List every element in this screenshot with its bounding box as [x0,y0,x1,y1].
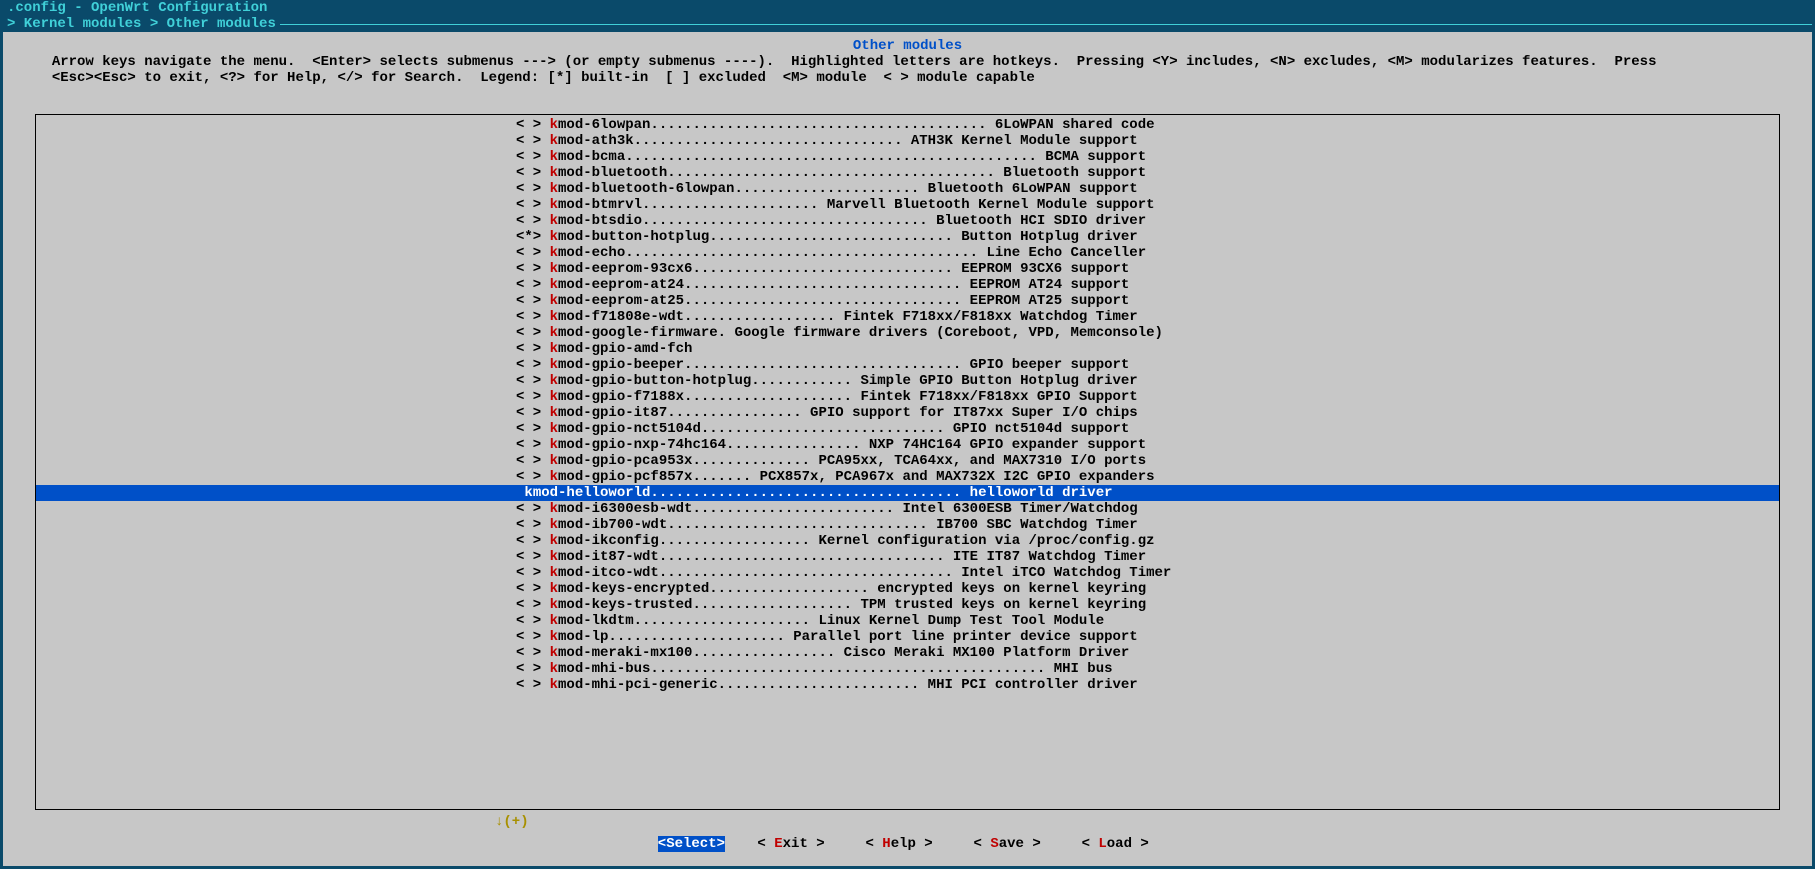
module-row-mod-mhi-bus[interactable]: < > kmod-mhi-bus........................… [36,661,1779,677]
section-title: Other modules [15,38,1800,54]
module-row-mod-gpio-pcf857x[interactable]: < > kmod-gpio-pcf857x....... PCX857x, PC… [36,469,1779,485]
breadcrumb-rule [280,24,1812,25]
main-area: Other modules Arrow keys navigate the me… [3,32,1812,866]
breadcrumb-text: > Kernel modules > Other modules [3,16,276,32]
module-row-mod-bcma[interactable]: < > kmod-bcma...........................… [36,149,1779,165]
module-row-mod-eeprom-93cx6[interactable]: < > kmod-eeprom-93cx6...................… [36,261,1779,277]
module-row-mod-gpio-it87[interactable]: < > kmod-gpio-it87................ GPIO … [36,405,1779,421]
module-row-mod-lp[interactable]: < > kmod-lp..................... Paralle… [36,629,1779,645]
save-button[interactable]: < Save > [974,836,1050,852]
module-row-mod-gpio-button-hotplug[interactable]: < > kmod-gpio-button-hotplug............… [36,373,1779,389]
module-row-mod-6lowpan[interactable]: < > kmod-6lowpan........................… [36,117,1779,133]
module-row-mod-eeprom-at25[interactable]: < > kmod-eeprom-at25....................… [36,293,1779,309]
module-row-mod-gpio-pca953x[interactable]: < > kmod-gpio-pca953x.............. PCA9… [36,453,1779,469]
module-row-mod-gpio-amd-fch[interactable]: < > kmod-gpio-amd-fch [36,341,1779,357]
module-row-mod-eeprom-at24[interactable]: < > kmod-eeprom-at24....................… [36,277,1779,293]
module-row-mod-itco-wdt[interactable]: < > kmod-itco-wdt.......................… [36,565,1779,581]
help-text-line2: <Esc><Esc> to exit, <?> for Help, </> fo… [15,70,1800,86]
help-button[interactable]: < Help > [865,836,941,852]
module-row-mod-keys-encrypted[interactable]: < > kmod-keys-encrypted.................… [36,581,1779,597]
load-button[interactable]: < Load > [1082,836,1158,852]
window-title: .config - OpenWrt Configuration [3,0,1812,16]
module-row-mod-gpio-nxp-74hc164[interactable]: < > kmod-gpio-nxp-74hc164...............… [36,437,1779,453]
breadcrumb: > Kernel modules > Other modules [3,16,1812,32]
module-list[interactable]: < > kmod-6lowpan........................… [35,114,1780,810]
module-row-mod-i6300esb-wdt[interactable]: < > kmod-i6300esb-wdt...................… [36,501,1779,517]
module-row-mod-gpio-nct5104d[interactable]: < > kmod-gpio-nct5104d..................… [36,421,1779,437]
module-row-mod-ath3k[interactable]: < > kmod-ath3k..........................… [36,133,1779,149]
module-row-mod-gpio-f7188x[interactable]: < > kmod-gpio-f7188x....................… [36,389,1779,405]
module-row-mod-echo[interactable]: < > kmod-echo...........................… [36,245,1779,261]
module-row-mod-meraki-mx100[interactable]: < > kmod-meraki-mx100................. C… [36,645,1779,661]
help-text-line1: Arrow keys navigate the menu. <Enter> se… [15,54,1800,70]
exit-button[interactable]: < Exit > [757,836,833,852]
module-row-mod-button-hotplug[interactable]: <*> kmod-button-hotplug.................… [36,229,1779,245]
module-row-mod-gpio-beeper[interactable]: < > kmod-gpio-beeper....................… [36,357,1779,373]
module-row-mod-ikconfig[interactable]: < > kmod-ikconfig.................. Kern… [36,533,1779,549]
module-row-mod-it87-wdt[interactable]: < > kmod-it87-wdt.......................… [36,549,1779,565]
module-row-mod-ib700-wdt[interactable]: < > kmod-ib700-wdt......................… [36,517,1779,533]
module-row-mod-lkdtm[interactable]: < > kmod-lkdtm..................... Linu… [36,613,1779,629]
button-row: <Select> < Exit > < Help > < Save > < Lo… [15,830,1800,860]
module-row-mod-mhi-pci-generic[interactable]: < > kmod-mhi-pci-generic................… [36,677,1779,693]
module-row-mod-btsdio[interactable]: < > kmod-btsdio.........................… [36,213,1779,229]
module-row-mod-f71808e-wdt[interactable]: < > kmod-f71808e-wdt.................. F… [36,309,1779,325]
module-row-mod-bluetooth[interactable]: < > kmod-bluetooth......................… [36,165,1779,181]
module-row-mod-helloworld[interactable]: kmod-helloworld.........................… [36,485,1779,501]
module-row-mod-keys-trusted[interactable]: < > kmod-keys-trusted...................… [36,597,1779,613]
select-button[interactable]: <Select> [658,836,725,852]
module-row-mod-bluetooth-6lowpan[interactable]: < > kmod-bluetooth-6lowpan..............… [36,181,1779,197]
module-row-mod-btmrvl[interactable]: < > kmod-btmrvl..................... Mar… [36,197,1779,213]
more-down-indicator: ↓(+) [15,814,1800,830]
module-row-mod-google-firmware[interactable]: < > kmod-google-firmware. Google firmwar… [36,325,1779,341]
